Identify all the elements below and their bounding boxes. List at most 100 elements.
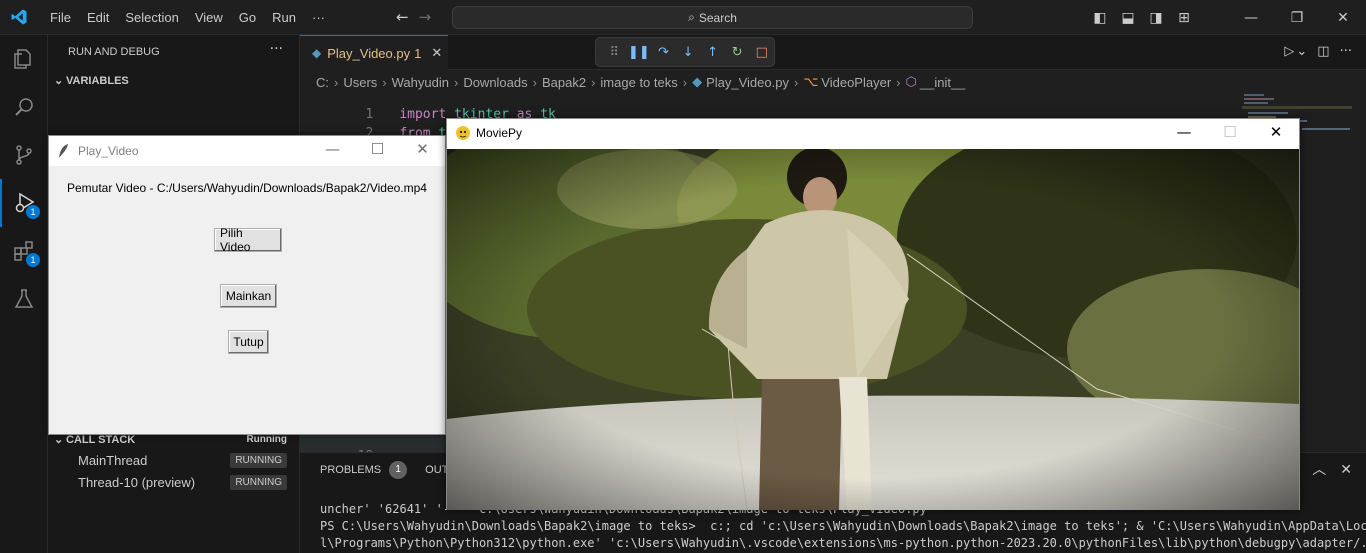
sidebar-title: RUN AND DEBUG (68, 46, 160, 58)
activity-bar: 1 1 (0, 35, 48, 553)
video-frame-image (447, 149, 1299, 510)
debug-toolbar: ⠿ ❚❚ ↷ ↓ ↑ ↻ □ (595, 37, 775, 67)
crumb-method[interactable]: __init__ (920, 75, 966, 90)
choose-video-button[interactable]: Pilih Video (214, 226, 282, 254)
pygame-snake-icon (456, 126, 470, 140)
debug-badge: 1 (26, 205, 40, 219)
variables-label: VARIABLES (66, 75, 129, 87)
crumb-folder[interactable]: image to teks (600, 75, 677, 90)
testing-flask-icon[interactable] (0, 275, 48, 323)
menu-bar: File Edit Selection View Go Run ··· (42, 0, 333, 35)
minimize-icon[interactable]: — (1161, 123, 1207, 141)
step-out-icon[interactable]: ↑ (700, 45, 725, 60)
restore-icon[interactable]: ❐ (1274, 10, 1320, 26)
thread-preview-status: RUNNING (230, 475, 287, 490)
thread-main[interactable]: MainThread (78, 453, 147, 468)
run-dropdown-icon[interactable]: ⌄ (1296, 44, 1307, 59)
menu-file[interactable]: File (42, 10, 79, 25)
problems-count-badge: 1 (389, 461, 408, 479)
crumb-class[interactable]: VideoPlayer (821, 75, 891, 90)
search-view-icon[interactable] (0, 83, 48, 131)
crumb-downloads[interactable]: Downloads (463, 75, 527, 90)
moviepy-window: MoviePy — ☐ ✕ (446, 118, 1300, 510)
thread-main-status: RUNNING (230, 453, 287, 468)
menu-go[interactable]: Go (231, 10, 264, 25)
menu-more[interactable]: ··· (304, 10, 333, 25)
panel-tabs: PROBLEMS 1 OUT (320, 461, 448, 479)
class-icon: ⌥ (803, 74, 819, 89)
search-icon: ⌕ (688, 10, 695, 24)
close-panel-icon[interactable]: ✕ (1340, 462, 1352, 478)
variables-section[interactable]: ⌄ VARIABLES (54, 74, 129, 87)
python-file-icon: ◆ (692, 74, 703, 89)
maximize-icon[interactable]: ☐ (1207, 123, 1253, 141)
step-over-icon[interactable]: ↷ (651, 45, 676, 60)
run-file-icon[interactable]: ▷ (1284, 44, 1294, 59)
tk-title-bar[interactable]: Play_Video — ☐ ✕ (49, 136, 445, 166)
crumb-wahyudin[interactable]: Wahyudin (392, 75, 449, 90)
thread-preview[interactable]: Thread-10 (preview) (78, 475, 195, 490)
more-actions-icon[interactable]: ··· (1340, 44, 1352, 59)
sidebar-more-icon[interactable]: ··· (270, 41, 283, 57)
minimize-icon[interactable]: — (1228, 10, 1274, 26)
menu-view[interactable]: View (187, 10, 231, 25)
search-label: Search (698, 10, 737, 25)
close-button[interactable]: Tutup (228, 330, 269, 354)
moviepy-window-title: MoviePy (476, 126, 523, 140)
menu-run[interactable]: Run (264, 10, 304, 25)
crumb-users[interactable]: Users (343, 75, 377, 90)
crumb-bapak2[interactable]: Bapak2 (542, 75, 586, 90)
run-debug-icon[interactable]: 1 (0, 179, 48, 227)
close-icon[interactable]: ✕ (400, 140, 445, 158)
tk-window-controls: — ☐ ✕ (310, 140, 445, 158)
window-controls: ◧ ⬓ ◨ ⊞ — ❐ ✕ (1086, 0, 1366, 35)
code-line: 1 import tkinter as tk (300, 92, 555, 122)
tab-play-video[interactable]: ◆ Play_Video.py 1 ✕ (300, 35, 448, 70)
drag-handle-icon[interactable]: ⠿ (602, 45, 627, 60)
explorer-icon[interactable] (0, 35, 48, 83)
maximize-icon[interactable]: ☐ (355, 140, 400, 158)
feather-icon (59, 144, 68, 158)
close-window-icon[interactable]: ✕ (1320, 10, 1366, 26)
tab-output[interactable]: OUT (425, 464, 448, 476)
title-bar: File Edit Selection View Go Run ··· ← → ⌕… (0, 0, 1366, 35)
video-frame (447, 149, 1299, 510)
toggle-panel-icon[interactable]: ⬓ (1114, 10, 1142, 26)
method-icon: ⬡ (905, 74, 917, 89)
source-control-icon[interactable] (0, 131, 48, 179)
editor-actions: ▷ ⌄ ◫ ··· (1274, 44, 1352, 59)
extensions-icon[interactable]: 1 (0, 227, 48, 275)
play-button[interactable]: Mainkan (220, 284, 277, 308)
terminal-line: l\Programs\Python\Python312\python.exe' … (320, 536, 1366, 550)
crumb-drive[interactable]: C: (316, 75, 329, 90)
pause-icon[interactable]: ❚❚ (627, 45, 652, 60)
maximize-panel-icon[interactable]: ︿ (1312, 462, 1326, 478)
toggle-secondary-sidebar-icon[interactable]: ◨ (1142, 10, 1170, 26)
tk-window-title: Play_Video (78, 144, 139, 158)
minimize-icon[interactable]: — (310, 140, 355, 158)
command-center-search[interactable]: ⌕ Search (452, 6, 973, 29)
python-file-icon: ◆ (312, 46, 322, 60)
terminal-line: PS C:\Users\Wahyudin\Downloads\Bapak2\im… (320, 519, 1366, 533)
breadcrumb: C: › Users › Wahyudin › Downloads › Bapak2 › … (316, 74, 966, 90)
step-into-icon[interactable]: ↓ (676, 45, 701, 60)
editor-tabs: ◆ Play_Video.py 1 ✕ (300, 35, 1366, 70)
call-stack-status: Running (246, 434, 287, 445)
moviepy-title-bar[interactable]: MoviePy — ☐ ✕ (447, 119, 1299, 149)
extensions-badge: 1 (26, 253, 40, 267)
customize-layout-icon[interactable]: ⊞ (1170, 10, 1198, 26)
restart-icon[interactable]: ↻ (725, 45, 750, 60)
split-editor-icon[interactable]: ◫ (1317, 44, 1329, 59)
toggle-sidebar-icon[interactable]: ◧ (1086, 10, 1114, 26)
menu-edit[interactable]: Edit (79, 10, 117, 25)
menu-selection[interactable]: Selection (117, 10, 186, 25)
forward-arrow-icon[interactable]: → (419, 8, 432, 26)
tab-close-icon[interactable]: ✕ (431, 45, 442, 61)
back-arrow-icon[interactable]: ← (396, 8, 409, 26)
nav-arrows: ← → (396, 8, 441, 26)
tab-problems[interactable]: PROBLEMS (320, 464, 381, 476)
call-stack-label: CALL STACK (66, 434, 136, 446)
crumb-file[interactable]: Play_Video.py (706, 75, 789, 90)
close-icon[interactable]: ✕ (1253, 123, 1299, 141)
stop-icon[interactable]: □ (749, 45, 774, 60)
